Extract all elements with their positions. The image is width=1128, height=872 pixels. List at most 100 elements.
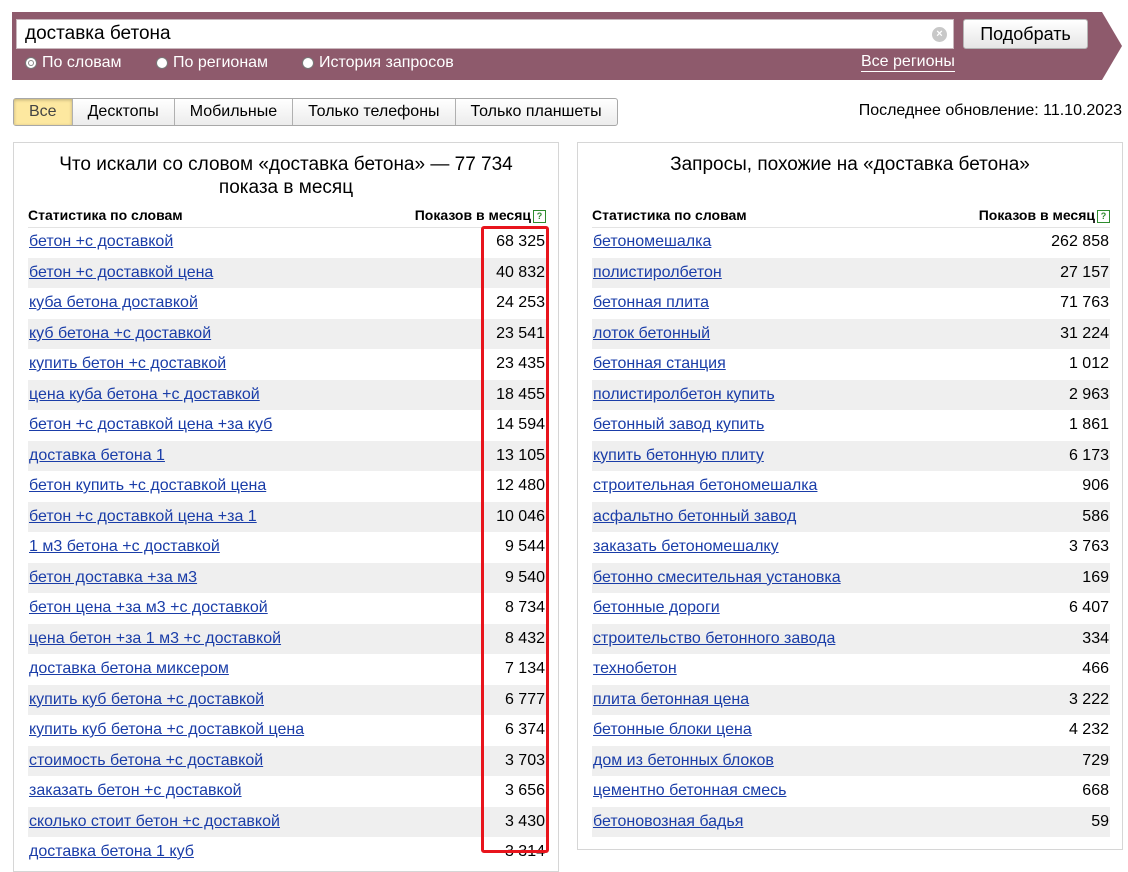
device-tabs: Все Десктопы Мобильные Только телефоны Т…	[13, 98, 618, 126]
help-icon[interactable]: ?	[1097, 210, 1110, 223]
keyword-link[interactable]: бетон +с доставкой цена +за куб	[29, 416, 272, 434]
impressions-count: 18 455	[496, 385, 545, 403]
keyword-link[interactable]: плита бетонная цена	[593, 691, 749, 709]
impressions-count: 4 232	[1068, 721, 1109, 738]
tab-desktops[interactable]: Десктопы	[73, 99, 175, 125]
left-panel-title: Что искали со словом «доставка бетона» —…	[59, 154, 513, 198]
table-row: дом из бетонных блоков 729	[592, 745, 1110, 776]
keyword-link[interactable]: бетонно смесительная установка	[593, 569, 841, 587]
keyword-link[interactable]: бетонная станция	[593, 355, 726, 373]
table-row: сколько стоит бетон +с доставкой 3 430	[28, 806, 546, 837]
impressions-count: 668	[1082, 782, 1109, 799]
impressions-count: 9 540	[504, 568, 545, 586]
keyword-link[interactable]: бетон +с доставкой цена +за 1	[29, 508, 257, 526]
radio-by-regions[interactable]: По регионам	[156, 53, 268, 73]
keyword-link[interactable]: полистиролбетон	[593, 264, 722, 282]
keyword-link[interactable]: лоток бетонный	[593, 325, 710, 343]
keyword-link[interactable]: доставка бетона миксером	[29, 660, 229, 678]
clear-icon[interactable]: ×	[932, 27, 947, 42]
table-row: купить бетонную плиту 6 173	[592, 440, 1110, 471]
keyword-link[interactable]: бетон цена +за м3 +с доставкой	[29, 599, 268, 617]
radio-icon	[302, 57, 314, 69]
radio-history[interactable]: История запросов	[302, 53, 454, 73]
keyword-link[interactable]: доставка бетона 1	[29, 447, 165, 465]
table-row: купить бетон +с доставкой 23 435	[28, 349, 546, 380]
tab-mobile[interactable]: Мобильные	[175, 99, 294, 125]
table-row: бетонно смесительная установка 169	[592, 562, 1110, 593]
keyword-link[interactable]: строительство бетонного завода	[593, 630, 835, 648]
radio-selected-icon	[25, 57, 37, 69]
impressions-count: 23 541	[496, 324, 545, 342]
impressions-count: 6 374	[504, 721, 545, 738]
table-row: асфальтно бетонный завод 586	[592, 501, 1110, 532]
keyword-link[interactable]: цементно бетонная смесь	[593, 782, 786, 800]
keyword-link[interactable]: бетон +с доставкой цена	[29, 264, 213, 282]
keyword-link[interactable]: купить куб бетона +с доставкой цена	[29, 721, 304, 739]
table-row: бетоновозная бадья 59	[592, 806, 1110, 837]
keyword-link[interactable]: строительная бетономешалка	[593, 477, 817, 495]
keyword-link[interactable]: бетон доставка +за м3	[29, 569, 197, 587]
keyword-link[interactable]: заказать бетономешалку	[593, 538, 779, 556]
impressions-count: 729	[1082, 751, 1109, 769]
keyword-link[interactable]: бетон +с доставкой	[29, 233, 173, 251]
help-icon[interactable]: ?	[533, 210, 546, 223]
keyword-link[interactable]: асфальтно бетонный завод	[593, 508, 796, 526]
submit-button[interactable]: Подобрать	[963, 19, 1088, 49]
tab-all[interactable]: Все	[14, 99, 73, 125]
tab-phones-only[interactable]: Только телефоны	[293, 99, 456, 125]
impressions-count: 10 046	[496, 507, 545, 525]
table-row: бетон +с доставкой цена +за 1 10 046	[28, 501, 546, 532]
keyword-link[interactable]: бетоновозная бадья	[593, 813, 743, 831]
keyword-link[interactable]: 1 м3 бетона +с доставкой	[29, 538, 220, 556]
all-regions-link[interactable]: Все регионы	[861, 53, 955, 72]
column-header-count: Показов в месяц?	[979, 207, 1110, 223]
table-row: доставка бетона 1 13 105	[28, 440, 546, 471]
right-panel: Запросы, похожие на «доставка бетона» Ст…	[577, 142, 1123, 850]
keyword-link[interactable]: купить куб бетона +с доставкой	[29, 691, 264, 709]
table-row: технобетон 466	[592, 654, 1110, 685]
impressions-count: 3 222	[1068, 690, 1109, 708]
impressions-count: 40 832	[496, 263, 545, 281]
left-panel: Что искали со словом «доставка бетона» —…	[13, 142, 559, 872]
impressions-count: 906	[1082, 477, 1109, 494]
impressions-count: 13 105	[496, 446, 545, 464]
keyword-link[interactable]: цена бетон +за 1 м3 +с доставкой	[29, 630, 281, 648]
keyword-link[interactable]: бетон купить +с доставкой цена	[29, 477, 266, 495]
impressions-count: 68 325	[496, 233, 545, 250]
keyword-link[interactable]: технобетон	[593, 660, 677, 678]
impressions-count: 27 157	[1060, 263, 1109, 281]
keyword-link[interactable]: полистиролбетон купить	[593, 386, 775, 404]
tab-tablets-only[interactable]: Только планшеты	[456, 99, 617, 125]
impressions-count: 334	[1082, 629, 1109, 647]
keyword-link[interactable]: доставка бетона 1 куб	[29, 843, 194, 861]
search-input[interactable]: доставка бетона ×	[16, 19, 954, 49]
impressions-count: 3 656	[504, 782, 545, 799]
table-row: бетон +с доставкой цена 40 832	[28, 257, 546, 288]
keyword-link[interactable]: купить бетонную плиту	[593, 447, 764, 465]
radio-by-words[interactable]: По словам	[25, 53, 121, 73]
column-header-phrase: Статистика по словам	[592, 207, 747, 223]
impressions-count: 3 430	[504, 812, 545, 830]
keyword-link[interactable]: стоимость бетона +с доставкой	[29, 752, 263, 770]
table-row: бетонные дороги 6 407	[592, 593, 1110, 624]
keyword-link[interactable]: заказать бетон +с доставкой	[29, 782, 242, 800]
keyword-link[interactable]: бетонные блоки цена	[593, 721, 752, 739]
keyword-link[interactable]: дом из бетонных блоков	[593, 752, 774, 770]
keyword-link[interactable]: бетонные дороги	[593, 599, 720, 617]
table-row: бетон +с доставкой цена +за куб 14 594	[28, 410, 546, 441]
table-row: заказать бетон +с доставкой 3 656	[28, 776, 546, 807]
search-query-text: доставка бетона	[25, 23, 171, 44]
table-row: бетонная станция 1 012	[592, 349, 1110, 380]
keyword-link[interactable]: цена куба бетона +с доставкой	[29, 386, 260, 404]
keyword-link[interactable]: сколько стоит бетон +с доставкой	[29, 813, 280, 831]
impressions-count: 31 224	[1060, 324, 1109, 342]
keyword-link[interactable]: бетонная плита	[593, 294, 709, 312]
keyword-link[interactable]: куба бетона доставкой	[29, 294, 198, 312]
keyword-link[interactable]: куб бетона +с доставкой	[29, 325, 211, 343]
keyword-link[interactable]: бетономешалка	[593, 233, 711, 251]
column-header-phrase: Статистика по словам	[28, 207, 183, 223]
table-row: стоимость бетона +с доставкой 3 703	[28, 745, 546, 776]
keyword-link[interactable]: купить бетон +с доставкой	[29, 355, 226, 373]
impressions-count: 14 594	[496, 416, 545, 433]
keyword-link[interactable]: бетонный завод купить	[593, 416, 764, 434]
